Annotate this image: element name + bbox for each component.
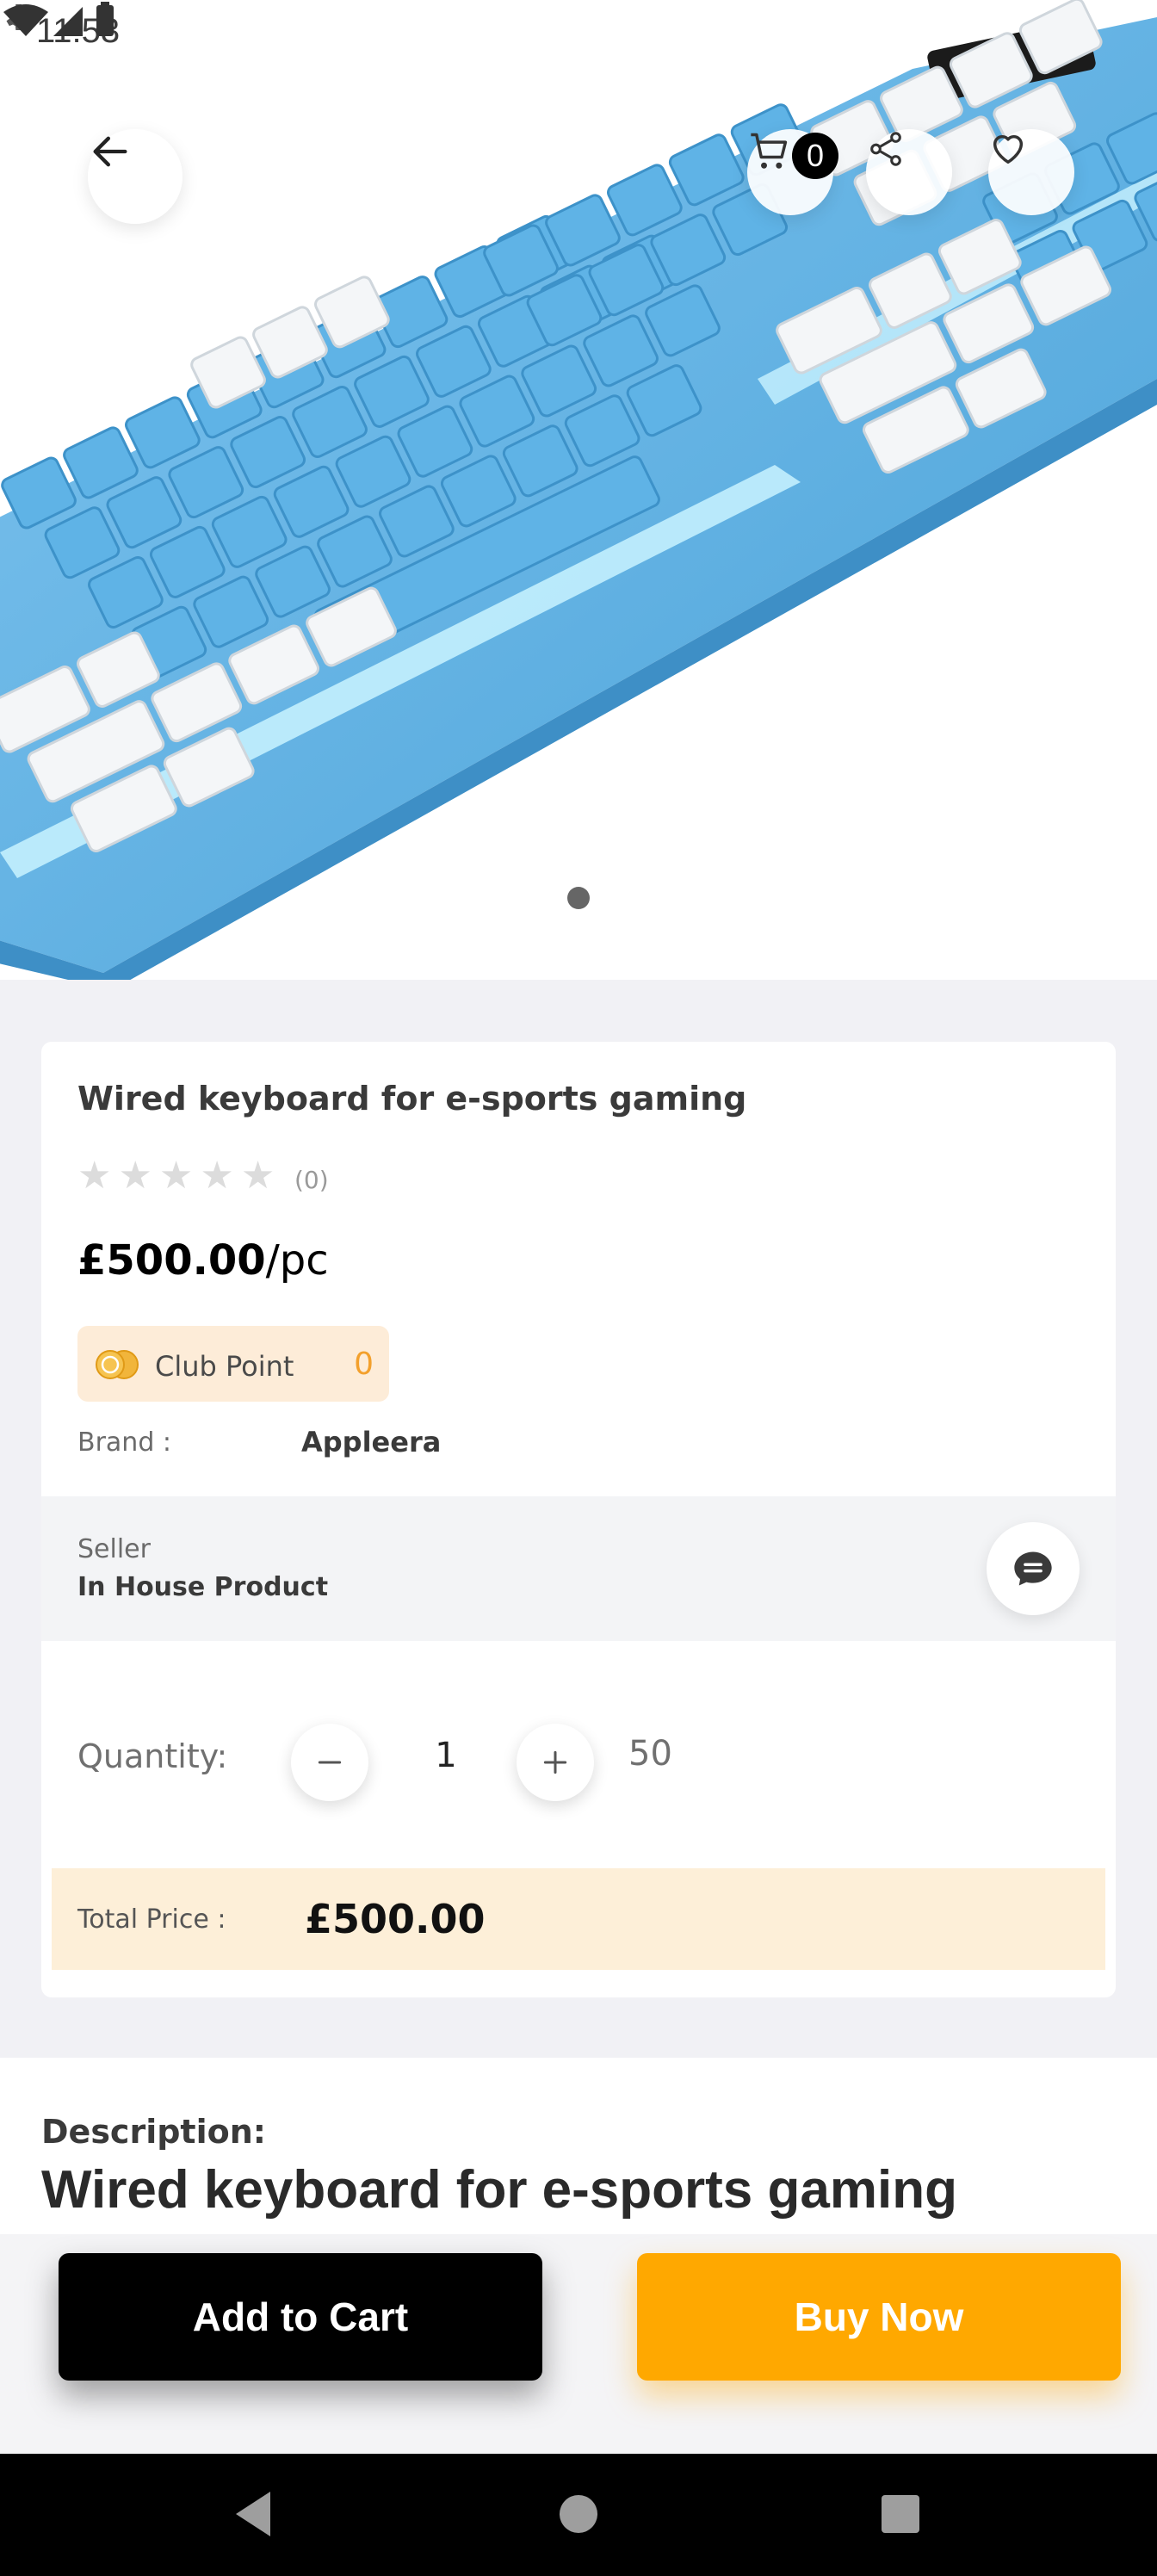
- quantity-value[interactable]: 1: [420, 1736, 472, 1775]
- star-icon: ★: [158, 1155, 194, 1197]
- total-price-label: Total Price :: [77, 1904, 226, 1935]
- club-point-box: Club Point 0: [77, 1326, 389, 1402]
- quantity-label: Quantity:: [77, 1737, 228, 1775]
- status-bar: 11:53: [0, 0, 1157, 62]
- product-title: Wired keyboard for e-sports gaming: [77, 1080, 747, 1118]
- product-detail-screen: { "status_bar": { "time": "11:53" }, "he…: [0, 0, 1157, 2576]
- wishlist-button[interactable]: [988, 129, 1074, 215]
- description-heading: Wired keyboard for e-sports gaming: [41, 2160, 957, 2220]
- arrow-left-icon: [93, 136, 127, 167]
- nav-back-icon[interactable]: [231, 2488, 274, 2540]
- system-navigation-bar: [0, 2454, 1157, 2576]
- seller-section: Seller In House Product: [41, 1496, 1116, 1641]
- club-point-label: Club Point: [155, 1350, 294, 1383]
- status-icons: [3, 2, 114, 36]
- star-icon: ★: [240, 1155, 275, 1197]
- chat-seller-button[interactable]: [987, 1522, 1080, 1615]
- description-section: Description: Wired keyboard for e-sports…: [0, 2058, 1157, 2234]
- nav-recents-icon[interactable]: [882, 2495, 919, 2533]
- price-unit: /pc: [265, 1236, 329, 1285]
- share-icon: [870, 132, 901, 166]
- wifi-icon: [3, 4, 48, 36]
- club-point-value: 0: [354, 1347, 374, 1382]
- star-icon: ★: [77, 1155, 112, 1197]
- product-info-card: Wired keyboard for e-sports gaming ★ ★ ★…: [41, 1042, 1116, 1997]
- quantity-increase-button[interactable]: [517, 1724, 594, 1801]
- rating-stars: ★ ★ ★ ★ ★: [77, 1157, 275, 1195]
- description-label: Description:: [41, 2113, 266, 2151]
- total-price-value: £500.00: [305, 1896, 486, 1942]
- heart-icon: [993, 134, 1024, 164]
- star-icon: ★: [118, 1155, 152, 1197]
- carousel-indicator-dot[interactable]: [567, 887, 590, 909]
- rating-count: (0): [294, 1166, 329, 1194]
- seller-label: Seller: [77, 1534, 151, 1564]
- total-price-row: Total Price : £500.00: [52, 1868, 1105, 1970]
- cart-icon: [751, 133, 788, 169]
- share-button[interactable]: [866, 129, 952, 215]
- add-to-cart-button[interactable]: Add to Cart: [59, 2253, 542, 2381]
- plus-icon: [543, 1750, 567, 1774]
- product-price: £500.00/pc: [77, 1236, 329, 1285]
- brand-label: Brand :: [77, 1427, 171, 1458]
- chat-bubble-icon: [1014, 1551, 1052, 1586]
- signal-icon: [53, 7, 83, 36]
- brand-value[interactable]: Appleera: [301, 1426, 441, 1458]
- product-image-carousel[interactable]: 11:53 0: [0, 0, 1157, 980]
- cart-count-badge: 0: [792, 133, 838, 179]
- product-image: [0, 0, 1157, 980]
- nav-home-icon[interactable]: [560, 2495, 597, 2533]
- back-button[interactable]: [88, 129, 183, 224]
- battery-icon: [96, 5, 114, 36]
- buy-now-button[interactable]: Buy Now: [637, 2253, 1121, 2381]
- star-icon: ★: [200, 1155, 234, 1197]
- price-amount: £500.00: [77, 1236, 266, 1285]
- bottom-action-bar: Add to Cart Buy Now: [0, 2234, 1157, 2454]
- minus-icon: [318, 1761, 342, 1764]
- seller-name[interactable]: In House Product: [77, 1572, 328, 1602]
- stock-quantity: 50: [628, 1734, 672, 1774]
- quantity-decrease-button[interactable]: [291, 1724, 368, 1801]
- coins-icon: [96, 1350, 139, 1379]
